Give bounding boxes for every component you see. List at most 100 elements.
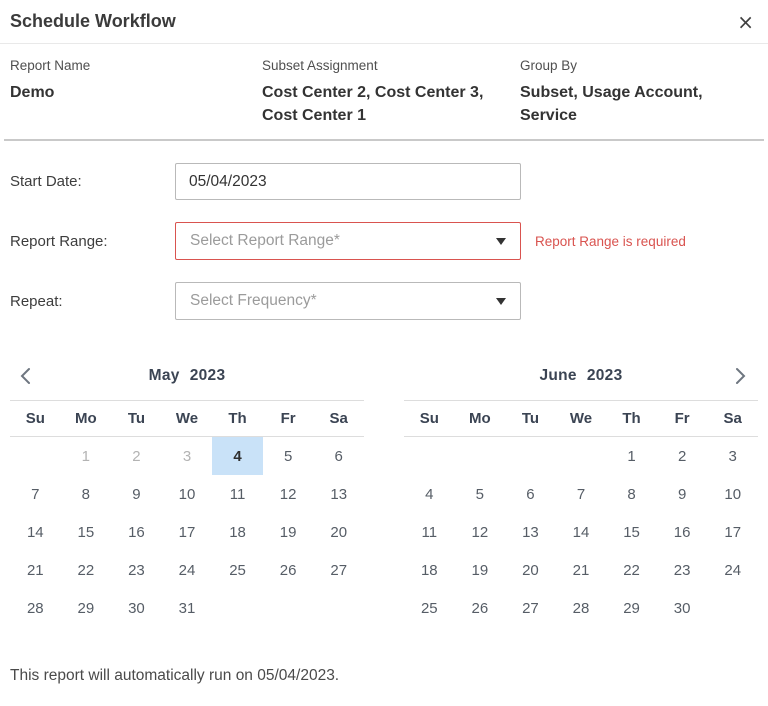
day-cell[interactable]: 29 — [606, 589, 657, 627]
group-by-label: Group By — [520, 58, 758, 73]
day-cell[interactable]: 12 — [263, 475, 314, 513]
day-cell[interactable]: 28 — [556, 589, 607, 627]
dropdown-caret-icon — [496, 298, 506, 305]
day-cell[interactable]: 18 — [212, 513, 263, 551]
day-cell[interactable]: 7 — [556, 475, 607, 513]
day-cell[interactable]: 19 — [455, 551, 506, 589]
day-cell[interactable]: 8 — [61, 475, 112, 513]
day-cell[interactable]: 8 — [606, 475, 657, 513]
day-cell[interactable]: 16 — [657, 513, 708, 551]
next-month-button[interactable] — [730, 365, 750, 387]
day-cell[interactable]: 24 — [162, 551, 213, 589]
day-cell[interactable]: 5 — [455, 475, 506, 513]
weekday-label: Mo — [61, 410, 112, 427]
day-cell[interactable]: 21 — [10, 551, 61, 589]
day-cell[interactable]: 10 — [707, 475, 758, 513]
weekday-label: Sa — [707, 410, 758, 427]
calendar-month-title: May2023 — [149, 367, 226, 385]
day-cell[interactable]: 10 — [162, 475, 213, 513]
calendar-may: May2023 SuMoTuWeThFrSa 12345678910111213… — [10, 351, 364, 627]
day-cell[interactable]: 22 — [61, 551, 112, 589]
day-cell[interactable]: 15 — [606, 513, 657, 551]
day-cell[interactable]: 28 — [10, 589, 61, 627]
day-cell[interactable]: 4 — [404, 475, 455, 513]
day-cell[interactable]: 30 — [111, 589, 162, 627]
day-cell[interactable]: 17 — [707, 513, 758, 551]
dropdown-caret-icon — [496, 238, 506, 245]
day-cell[interactable]: 25 — [212, 551, 263, 589]
day-cell[interactable]: 5 — [263, 437, 314, 475]
day-cell[interactable]: 3 — [707, 437, 758, 475]
day-cell[interactable]: 24 — [707, 551, 758, 589]
day-cell[interactable]: 14 — [10, 513, 61, 551]
dialog-title: Schedule Workflow — [10, 11, 176, 32]
group-by-field: Group By Subset, Usage Account, Service — [520, 58, 758, 127]
calendar-month-title: June2023 — [539, 367, 622, 385]
repeat-row: Repeat: Select Frequency* — [10, 282, 758, 320]
day-cell: 1 — [61, 437, 112, 475]
month-name: June — [539, 367, 576, 384]
day-cell[interactable]: 23 — [111, 551, 162, 589]
report-name-field: Report Name Demo — [10, 58, 262, 127]
weekday-label: Mo — [455, 410, 506, 427]
day-cell[interactable]: 15 — [61, 513, 112, 551]
day-cell[interactable]: 6 — [505, 475, 556, 513]
day-cell[interactable]: 26 — [455, 589, 506, 627]
day-cell-empty — [313, 589, 364, 627]
day-cell[interactable]: 13 — [505, 513, 556, 551]
day-cell: 2 — [111, 437, 162, 475]
day-cell[interactable]: 7 — [10, 475, 61, 513]
day-cell[interactable]: 1 — [606, 437, 657, 475]
day-cell[interactable]: 9 — [657, 475, 708, 513]
day-cell-empty — [212, 589, 263, 627]
weekday-label: Tu — [505, 410, 556, 427]
day-cell[interactable]: 31 — [162, 589, 213, 627]
day-cell[interactable]: 11 — [404, 513, 455, 551]
day-cell-empty — [707, 589, 758, 627]
day-cell[interactable]: 22 — [606, 551, 657, 589]
day-cell[interactable]: 17 — [162, 513, 213, 551]
day-cell[interactable]: 27 — [313, 551, 364, 589]
day-cell[interactable]: 9 — [111, 475, 162, 513]
day-cell: 3 — [162, 437, 213, 475]
day-cell[interactable]: 20 — [313, 513, 364, 551]
day-cell[interactable]: 30 — [657, 589, 708, 627]
day-cell-empty — [263, 589, 314, 627]
subset-assignment-label: Subset Assignment — [262, 58, 520, 73]
day-cell[interactable]: 27 — [505, 589, 556, 627]
day-grid: 1234567891011121314151617181920212223242… — [404, 437, 758, 627]
day-cell[interactable]: 6 — [313, 437, 364, 475]
weekday-row: SuMoTuWeThFrSa — [404, 401, 758, 437]
day-cell[interactable]: 25 — [404, 589, 455, 627]
day-cell[interactable]: 19 — [263, 513, 314, 551]
day-cell[interactable]: 14 — [556, 513, 607, 551]
close-button[interactable]: × — [737, 12, 754, 32]
group-by-value: Subset, Usage Account, Service — [520, 81, 758, 127]
day-cell[interactable]: 4 — [212, 437, 263, 475]
day-cell[interactable]: 2 — [657, 437, 708, 475]
repeat-placeholder: Select Frequency* — [190, 292, 317, 310]
day-cell[interactable]: 11 — [212, 475, 263, 513]
start-date-input[interactable] — [175, 163, 521, 200]
day-cell[interactable]: 21 — [556, 551, 607, 589]
report-range-select[interactable]: Select Report Range* — [175, 222, 521, 260]
weekday-label: Sa — [313, 410, 364, 427]
subset-assignment-field: Subset Assignment Cost Center 2, Cost Ce… — [262, 58, 520, 127]
date-picker: May2023 SuMoTuWeThFrSa 12345678910111213… — [0, 351, 768, 627]
day-cell[interactable]: 23 — [657, 551, 708, 589]
day-cell[interactable]: 26 — [263, 551, 314, 589]
subset-assignment-value: Cost Center 2, Cost Center 3, Cost Cente… — [262, 81, 508, 127]
day-cell[interactable]: 29 — [61, 589, 112, 627]
repeat-select[interactable]: Select Frequency* — [175, 282, 521, 320]
day-cell[interactable]: 12 — [455, 513, 506, 551]
day-cell[interactable]: 18 — [404, 551, 455, 589]
schedule-form: Start Date: Report Range: Select Report … — [0, 141, 768, 320]
weekday-label: Fr — [263, 410, 314, 427]
day-cell[interactable]: 20 — [505, 551, 556, 589]
day-cell[interactable]: 13 — [313, 475, 364, 513]
weekday-label: Tu — [111, 410, 162, 427]
day-cell-empty — [404, 437, 455, 475]
day-cell-empty — [455, 437, 506, 475]
day-cell[interactable]: 16 — [111, 513, 162, 551]
prev-month-button[interactable] — [16, 365, 36, 387]
